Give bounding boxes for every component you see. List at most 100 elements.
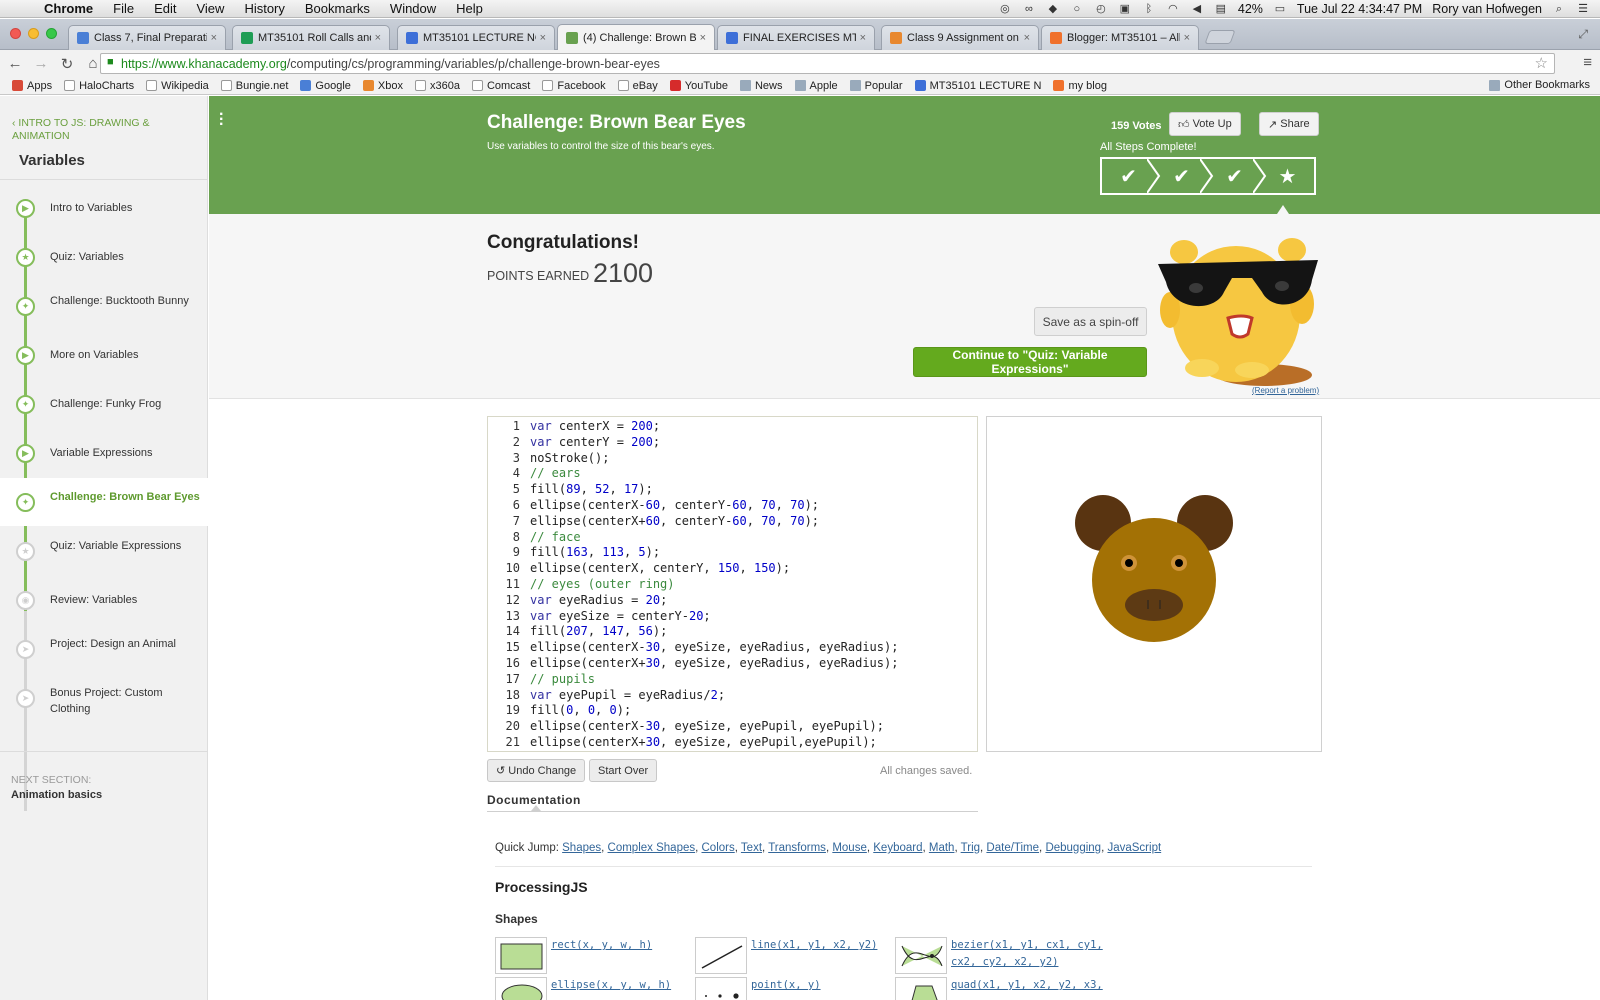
- browser-tab-2[interactable]: MT35101 Roll Calls and Le ×: [232, 25, 390, 50]
- minimize-window-button[interactable]: [28, 28, 39, 39]
- menu-file[interactable]: File: [113, 1, 134, 16]
- step-2-check-icon[interactable]: ✔: [1155, 159, 1214, 193]
- tab-close-icon[interactable]: ×: [860, 32, 866, 44]
- sidebar-item-more-on-variables[interactable]: ▶ More on Variables: [0, 331, 208, 379]
- back-arrow-icon[interactable]: ←: [4, 55, 26, 72]
- menu-history[interactable]: History: [244, 1, 284, 16]
- back-to-course-link[interactable]: ‹ INTRO TO JS: DRAWING & ANIMATION: [12, 117, 192, 143]
- quick-jump-math[interactable]: Math: [929, 842, 955, 854]
- zoom-window-button[interactable]: [46, 28, 57, 39]
- battery-icon[interactable]: ▭: [1273, 3, 1287, 15]
- quick-jump-transforms[interactable]: Transforms: [768, 842, 826, 854]
- flag-icon[interactable]: ▤: [1214, 3, 1228, 15]
- code-line[interactable]: 16 ellipse(centerX+30, eyeSize, eyeRadius…: [488, 656, 977, 672]
- bookmark-facebook[interactable]: Facebook: [542, 80, 606, 92]
- user-name[interactable]: Rory van Hofwegen: [1432, 2, 1542, 16]
- bookmark-apple[interactable]: Apple: [794, 80, 838, 92]
- wifi-icon[interactable]: ◠: [1166, 3, 1180, 15]
- line-thumbnail[interactable]: [695, 937, 747, 974]
- step-1-check-icon[interactable]: ✔: [1102, 159, 1161, 193]
- sidebar-item-review-variables[interactable]: ◉ Review: Variables: [0, 576, 208, 624]
- sidebar-item-project-design-an-animal[interactable]: ➤ Project: Design an Animal: [0, 625, 208, 673]
- close-window-button[interactable]: [10, 28, 21, 39]
- reload-icon[interactable]: ↻: [56, 55, 78, 73]
- rect-doc-link[interactable]: rect(x, y, w, h): [551, 937, 652, 954]
- code-line[interactable]: 15 ellipse(centerX-30, eyeSize, eyeRadius…: [488, 640, 977, 656]
- sidebar-item-challenge-funky-frog[interactable]: ✦ Challenge: Funky Frog: [0, 380, 208, 428]
- code-line[interactable]: 6 ellipse(centerX-60, centerY-60, 70, 70)…: [488, 498, 977, 514]
- clock[interactable]: Tue Jul 22 4:34:47 PM: [1297, 2, 1422, 16]
- code-line[interactable]: 10 ellipse(centerX, centerY, 150, 150);: [488, 561, 977, 577]
- menu-window[interactable]: Window: [390, 1, 436, 16]
- bookmark-apps[interactable]: Apps: [12, 80, 52, 92]
- quad-thumbnail[interactable]: [895, 977, 947, 1000]
- chat-icon[interactable]: ○: [1070, 3, 1084, 15]
- point-doc-link[interactable]: point(x, y): [751, 977, 821, 994]
- quick-jump-trig[interactable]: Trig: [961, 842, 980, 854]
- quick-jump-text[interactable]: Text: [741, 842, 762, 854]
- sidebar-item-variable-expressions[interactable]: ▶ Variable Expressions: [0, 429, 208, 477]
- browser-tab-3[interactable]: MT35101 LECTURE NOTES ×: [397, 25, 555, 50]
- bookmark-youtube[interactable]: YouTube: [669, 80, 728, 92]
- menu-view[interactable]: View: [196, 1, 224, 16]
- forward-arrow-icon[interactable]: →: [30, 55, 52, 72]
- code-line[interactable]: 12 var eyeRadius = 20;: [488, 593, 977, 609]
- browser-tab-5[interactable]: FINAL EXERCISES MT3510 ×: [717, 25, 875, 50]
- quick-jump-mouse[interactable]: Mouse: [832, 842, 867, 854]
- notification-center-icon[interactable]: ☰: [1576, 3, 1590, 15]
- bookmark-x360a[interactable]: x360a: [414, 80, 460, 92]
- bookmark-star-icon[interactable]: ☆: [1535, 54, 1548, 72]
- tab-close-icon[interactable]: ×: [211, 32, 217, 44]
- link-icon[interactable]: ∞: [1022, 3, 1036, 15]
- code-line[interactable]: 11 // eyes (outer ring): [488, 577, 977, 593]
- bookmark-comcast[interactable]: Comcast: [471, 80, 530, 92]
- code-line[interactable]: 9 fill(163, 113, 5);: [488, 545, 977, 561]
- browser-tab-4[interactable]: (4) Challenge: Brown Bear ×: [557, 24, 715, 51]
- chrome-menu-icon[interactable]: ≡: [1583, 54, 1592, 71]
- rect-thumbnail[interactable]: [495, 937, 547, 974]
- save-spinoff-button[interactable]: Save as a spin-off: [1034, 307, 1147, 336]
- line-doc-link[interactable]: line(x1, y1, x2, y2): [751, 937, 877, 954]
- menu-help[interactable]: Help: [456, 1, 483, 16]
- ellipse-thumbnail[interactable]: [495, 977, 547, 1000]
- step-4-star-icon[interactable]: ★: [1261, 159, 1314, 193]
- report-problem-link[interactable]: (Report a problem): [1252, 386, 1319, 395]
- code-line[interactable]: 14 fill(207, 147, 56);: [488, 624, 977, 640]
- tab-close-icon[interactable]: ×: [1024, 32, 1030, 44]
- battery-percent[interactable]: 42%: [1238, 2, 1263, 16]
- browser-tab-7[interactable]: Blogger: MT35101 – All p ×: [1041, 25, 1199, 50]
- code-line[interactable]: 3 noStroke();: [488, 451, 977, 467]
- bookmark-mt35101-lecture-n[interactable]: MT35101 LECTURE N: [914, 80, 1041, 92]
- code-line[interactable]: 2 var centerY = 200;: [488, 435, 977, 451]
- sidebar-item-bonus-project-custom-clothing[interactable]: ➤ Bonus Project: Custom Clothing: [0, 674, 208, 722]
- code-line[interactable]: 17 // pupils: [488, 672, 977, 688]
- dropbox-icon[interactable]: ◆: [1046, 3, 1060, 15]
- code-line[interactable]: 7 ellipse(centerX+60, centerY-60, 70, 70)…: [488, 514, 977, 530]
- vote-up-button[interactable]: 👍︎ Vote Up: [1169, 112, 1241, 136]
- creative-cloud-icon[interactable]: ◎: [998, 3, 1012, 15]
- sidebar-item-quiz-variables[interactable]: ★ Quiz: Variables: [0, 233, 208, 281]
- ellipse-doc-link[interactable]: ellipse(x, y, w, h): [551, 977, 671, 994]
- tab-close-icon[interactable]: ×: [540, 32, 546, 44]
- code-line[interactable]: 4 // ears: [488, 466, 977, 482]
- time-machine-icon[interactable]: ◴: [1094, 3, 1108, 15]
- quick-jump-javascript[interactable]: JavaScript: [1107, 842, 1161, 854]
- bookmark-popular[interactable]: Popular: [849, 80, 903, 92]
- browser-tab-1[interactable]: Class 7, Final Preparation ×: [68, 25, 226, 50]
- code-line[interactable]: 1 var centerX = 200;: [488, 419, 977, 435]
- quick-jump-complex-shapes[interactable]: Complex Shapes: [608, 842, 696, 854]
- bookmark-my-blog[interactable]: my blog: [1053, 80, 1107, 92]
- menu-app[interactable]: Chrome: [44, 1, 93, 16]
- quick-jump-date-time[interactable]: Date/Time: [986, 842, 1039, 854]
- tab-close-icon[interactable]: ×: [700, 32, 706, 44]
- bookmark-news[interactable]: News: [739, 80, 783, 92]
- bezier-thumbnail[interactable]: [895, 937, 947, 974]
- sidebar-item-challenge-brown-bear-eyes[interactable]: ✦ Challenge: Brown Bear Eyes: [0, 478, 208, 526]
- continue-button[interactable]: Continue to "Quiz: Variable Expressions": [913, 347, 1147, 377]
- bookmark-wikipedia[interactable]: Wikipedia: [146, 80, 209, 92]
- address-bar[interactable]: ■ https://www.khanacademy.org/computing/…: [100, 53, 1555, 74]
- code-line[interactable]: 18 var eyePupil = eyeRadius/2;: [488, 688, 977, 704]
- browser-tab-6[interactable]: Class 9 Assignment on Sc ×: [881, 25, 1039, 50]
- code-line[interactable]: 5 fill(89, 52, 17);: [488, 482, 977, 498]
- tab-close-icon[interactable]: ×: [375, 32, 381, 44]
